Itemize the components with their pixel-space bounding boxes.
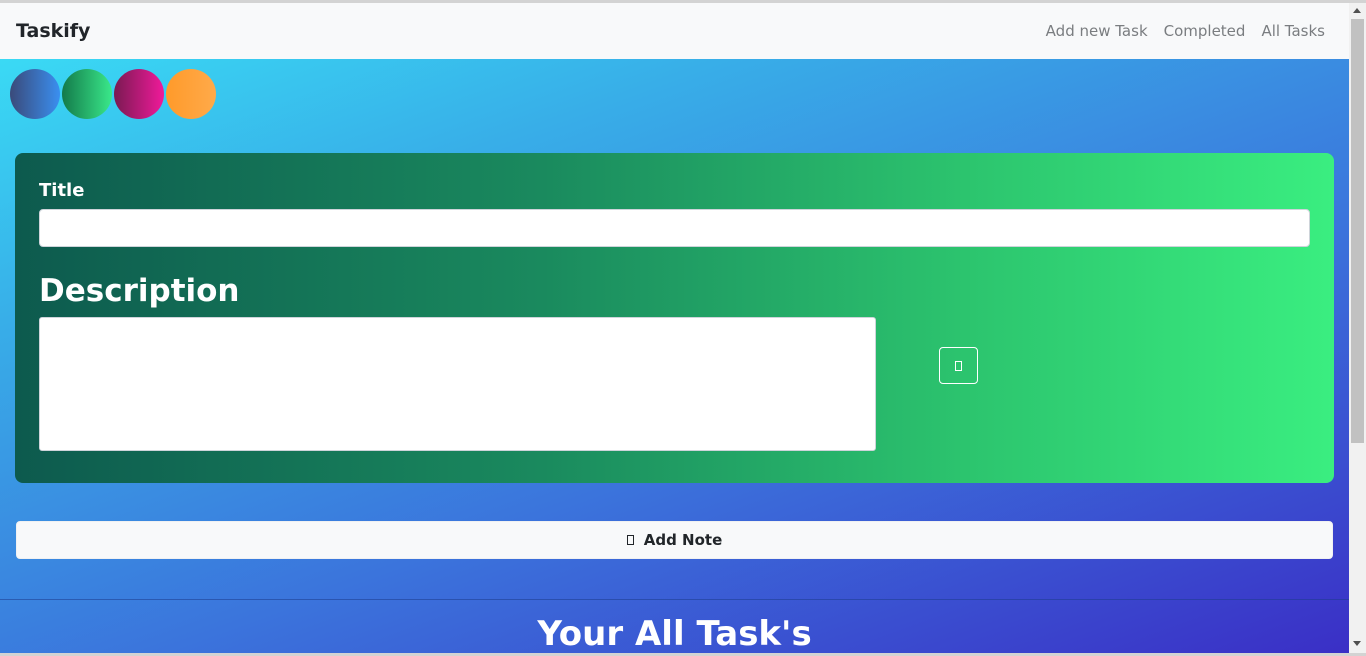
- color-swatch-pink[interactable]: [114, 69, 164, 119]
- color-swatch-green[interactable]: [62, 69, 112, 119]
- title-label: Title: [39, 180, 85, 201]
- attach-button[interactable]: [939, 347, 978, 384]
- scroll-up-arrow-icon[interactable]: [1353, 8, 1361, 13]
- brand-logo[interactable]: Taskify: [16, 20, 90, 42]
- scroll-down-arrow-icon[interactable]: [1353, 641, 1361, 646]
- nav-links: Add new Task Completed All Tasks: [1046, 22, 1325, 40]
- nav-link-add-new-task[interactable]: Add new Task: [1046, 22, 1148, 40]
- color-swatch-blue[interactable]: [10, 69, 60, 119]
- nav-link-completed[interactable]: Completed: [1164, 22, 1246, 40]
- add-note-button[interactable]: Add Note: [16, 521, 1333, 559]
- navbar: Taskify Add new Task Completed All Tasks: [0, 3, 1349, 59]
- task-form-card: Title Description: [15, 153, 1334, 483]
- scrollbar-thumb[interactable]: [1351, 19, 1364, 443]
- vertical-scrollbar[interactable]: [1349, 3, 1366, 653]
- missing-glyph-icon: [955, 360, 962, 371]
- description-textarea[interactable]: [39, 317, 876, 451]
- all-tasks-heading: Your All Task's: [537, 614, 812, 653]
- nav-link-all-tasks[interactable]: All Tasks: [1261, 22, 1325, 40]
- page-background: Taskify Add new Task Completed All Tasks…: [0, 3, 1349, 653]
- add-note-label: Add Note: [643, 531, 723, 549]
- description-label: Description: [39, 273, 240, 309]
- color-swatch-orange[interactable]: [166, 69, 216, 119]
- title-input[interactable]: [39, 209, 1310, 247]
- section-divider: [0, 599, 1349, 600]
- color-swatches: [10, 69, 216, 119]
- missing-glyph-icon: [626, 535, 634, 545]
